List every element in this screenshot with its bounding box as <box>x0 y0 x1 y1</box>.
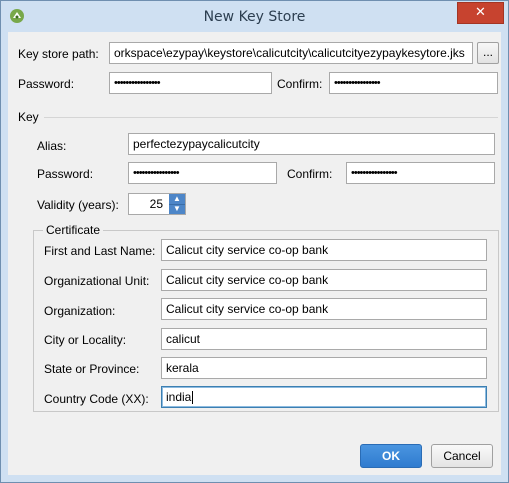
text-caret <box>192 391 194 405</box>
browse-button[interactable]: ... <box>477 42 499 64</box>
cert-country-code-value: india <box>166 390 192 404</box>
key-section-divider <box>44 117 498 118</box>
key-store-path-label: Key store path: <box>18 47 99 61</box>
cancel-button[interactable]: Cancel <box>431 444 493 468</box>
key-section-label: Key <box>18 110 39 124</box>
cert-city-input[interactable]: calicut <box>161 328 487 350</box>
cert-org-unit-label: Organizational Unit: <box>44 274 150 288</box>
spinner-buttons: ▲ ▼ <box>169 194 185 214</box>
cert-state-label: State or Province: <box>44 362 140 376</box>
key-password-input[interactable]: •••••••••••••••• <box>128 162 277 184</box>
close-icon: ✕ <box>475 5 486 20</box>
ok-button[interactable]: OK <box>360 444 422 468</box>
new-key-store-dialog: New Key Store ✕ Key store path: orkspace… <box>0 0 509 483</box>
certificate-section-label: Certificate <box>43 223 104 237</box>
keystore-password-input[interactable]: •••••••••••••••• <box>109 72 272 94</box>
key-password-label: Password: <box>37 167 94 181</box>
cert-org-unit-input[interactable]: Calicut city service co-op bank <box>161 269 487 291</box>
validity-value: 25 <box>149 197 163 211</box>
window-title: New Key Store <box>203 9 306 25</box>
validity-label: Validity (years): <box>37 198 119 212</box>
keystore-confirm-label: Confirm: <box>277 77 323 91</box>
cert-country-code-input[interactable]: india <box>161 386 487 408</box>
key-confirm-label: Confirm: <box>287 167 333 181</box>
cert-state-input[interactable]: kerala <box>161 357 487 379</box>
alias-input[interactable]: perfectezypaycalicutcity <box>128 133 495 155</box>
title-bar: New Key Store ✕ <box>1 1 508 32</box>
cert-organization-input[interactable]: Calicut city service co-op bank <box>161 298 487 320</box>
alias-label: Alias: <box>37 139 67 153</box>
cert-city-label: City or Locality: <box>44 333 127 347</box>
keystore-confirm-input[interactable]: •••••••••••••••• <box>329 72 498 94</box>
keystore-password-label: Password: <box>18 77 75 91</box>
cert-first-last-name-label: First and Last Name: <box>44 244 156 258</box>
cert-organization-label: Organization: <box>44 304 116 318</box>
cert-first-last-name-input[interactable]: Calicut city service co-op bank <box>161 239 487 261</box>
cert-country-code-label: Country Code (XX): <box>44 392 149 406</box>
key-confirm-input[interactable]: •••••••••••••••• <box>346 162 495 184</box>
key-store-path-input[interactable]: orkspace\ezypay\keystore\calicutcity\cal… <box>109 42 473 64</box>
spinner-down-icon[interactable]: ▼ <box>169 204 185 214</box>
dialog-body: Key store path: orkspace\ezypay\keystore… <box>8 32 501 475</box>
close-button[interactable]: ✕ <box>457 2 504 24</box>
validity-spinner[interactable]: 25 ▲ ▼ <box>128 193 186 215</box>
